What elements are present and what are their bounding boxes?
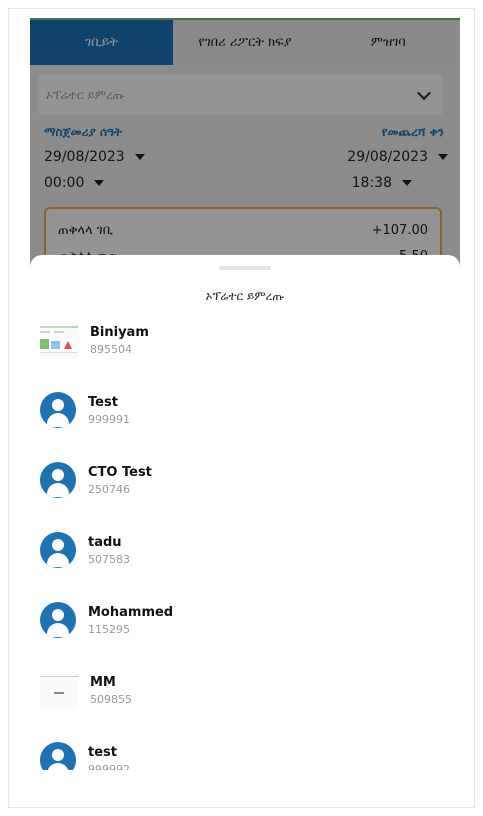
user-avatar-icon [40, 602, 76, 638]
operator-name: CTO Test [88, 464, 152, 480]
operator-code: 999991 [88, 412, 130, 426]
operator-code: 895504 [90, 342, 132, 356]
operator-name: Test [88, 394, 118, 410]
operator-item-tadu[interactable]: tadu 507583 [40, 525, 450, 575]
operator-name: Biniyam [90, 324, 149, 340]
app-screen: ገቢይት የገበሪ ሪፖርት ክፍያ ምዝገባ ኦፕሬተር ይምረጡ ማስጀመሪ… [30, 18, 460, 770]
operator-item-mohammed[interactable]: Mohammed 115295 [40, 595, 450, 645]
operator-item-test[interactable]: Test 999991 [40, 385, 450, 435]
operator-code: 115295 [88, 622, 130, 636]
screenshot-thumbnail-icon [40, 672, 78, 708]
operator-item-test-2[interactable]: test 999992 [40, 735, 450, 770]
user-avatar-icon [40, 532, 76, 568]
operator-code: 250746 [88, 482, 130, 496]
operator-item-biniyam[interactable]: Biniyam 895504 [40, 315, 450, 365]
operator-name: Mohammed [88, 604, 174, 620]
user-avatar-icon [40, 742, 76, 770]
operator-name: tadu [88, 534, 122, 550]
operator-name: MM [90, 674, 116, 690]
operator-item-mm[interactable]: MM 509855 [40, 665, 450, 715]
user-avatar-icon [40, 462, 76, 498]
operator-code: 999992 [88, 762, 130, 771]
operator-name: test [88, 744, 117, 760]
operator-bottom-sheet: ኦፕሬተር ይምረጡ Biniyam 895504 Test 999991 CT… [30, 255, 460, 770]
screenshot-thumbnail-icon [40, 322, 78, 358]
operator-code: 509855 [90, 692, 132, 706]
user-avatar-icon [40, 392, 76, 428]
operator-item-cto-test[interactable]: CTO Test 250746 [40, 455, 450, 505]
drag-handle[interactable] [219, 266, 271, 270]
sheet-title: ኦፕሬተር ይምረጡ [205, 289, 285, 303]
operator-code: 507583 [88, 552, 130, 566]
